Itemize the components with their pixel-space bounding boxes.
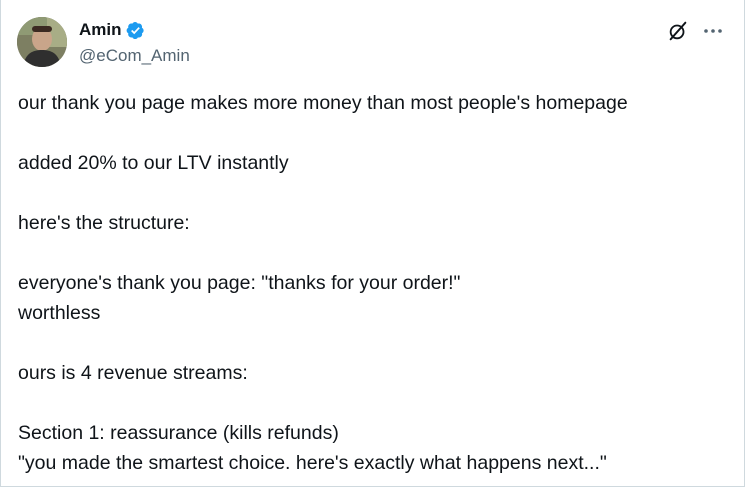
tweet-line: our thank you page makes more money than…: [18, 92, 628, 114]
tweet-line: [18, 118, 733, 148]
tweet-line: Section 1: reassurance (kills refunds): [18, 422, 339, 444]
tweet-line: [18, 178, 733, 208]
tweet-text: our thank you page makes more money than…: [18, 88, 733, 478]
grok-icon[interactable]: [667, 20, 689, 42]
tweet-line: ours is 4 revenue streams:: [18, 362, 248, 384]
author-name[interactable]: Amin: [79, 20, 122, 40]
tweet-line: worthless: [18, 302, 101, 324]
more-options-icon[interactable]: [701, 20, 725, 42]
tweet-line: added 20% to our LTV instantly: [18, 152, 289, 174]
author-handle[interactable]: @eCom_Amin: [79, 46, 190, 66]
tweet-line: everyone's thank you page: "thanks for y…: [18, 272, 461, 294]
author-row: Amin: [79, 20, 145, 40]
verified-badge-icon: [126, 21, 144, 39]
avatar-photo: [17, 17, 67, 67]
avatar[interactable]: [17, 17, 67, 67]
tweet-line: [18, 328, 733, 358]
tweet-line: here's the structure:: [18, 212, 190, 234]
tweet-card: Amin @eCom_Amin our thank you page makes…: [0, 0, 745, 487]
tweet-line: [18, 388, 733, 418]
tweet-line: "you made the smartest choice. here's ex…: [18, 452, 607, 474]
ellipsis-icon: [704, 29, 722, 33]
tweet-line: [18, 238, 733, 268]
